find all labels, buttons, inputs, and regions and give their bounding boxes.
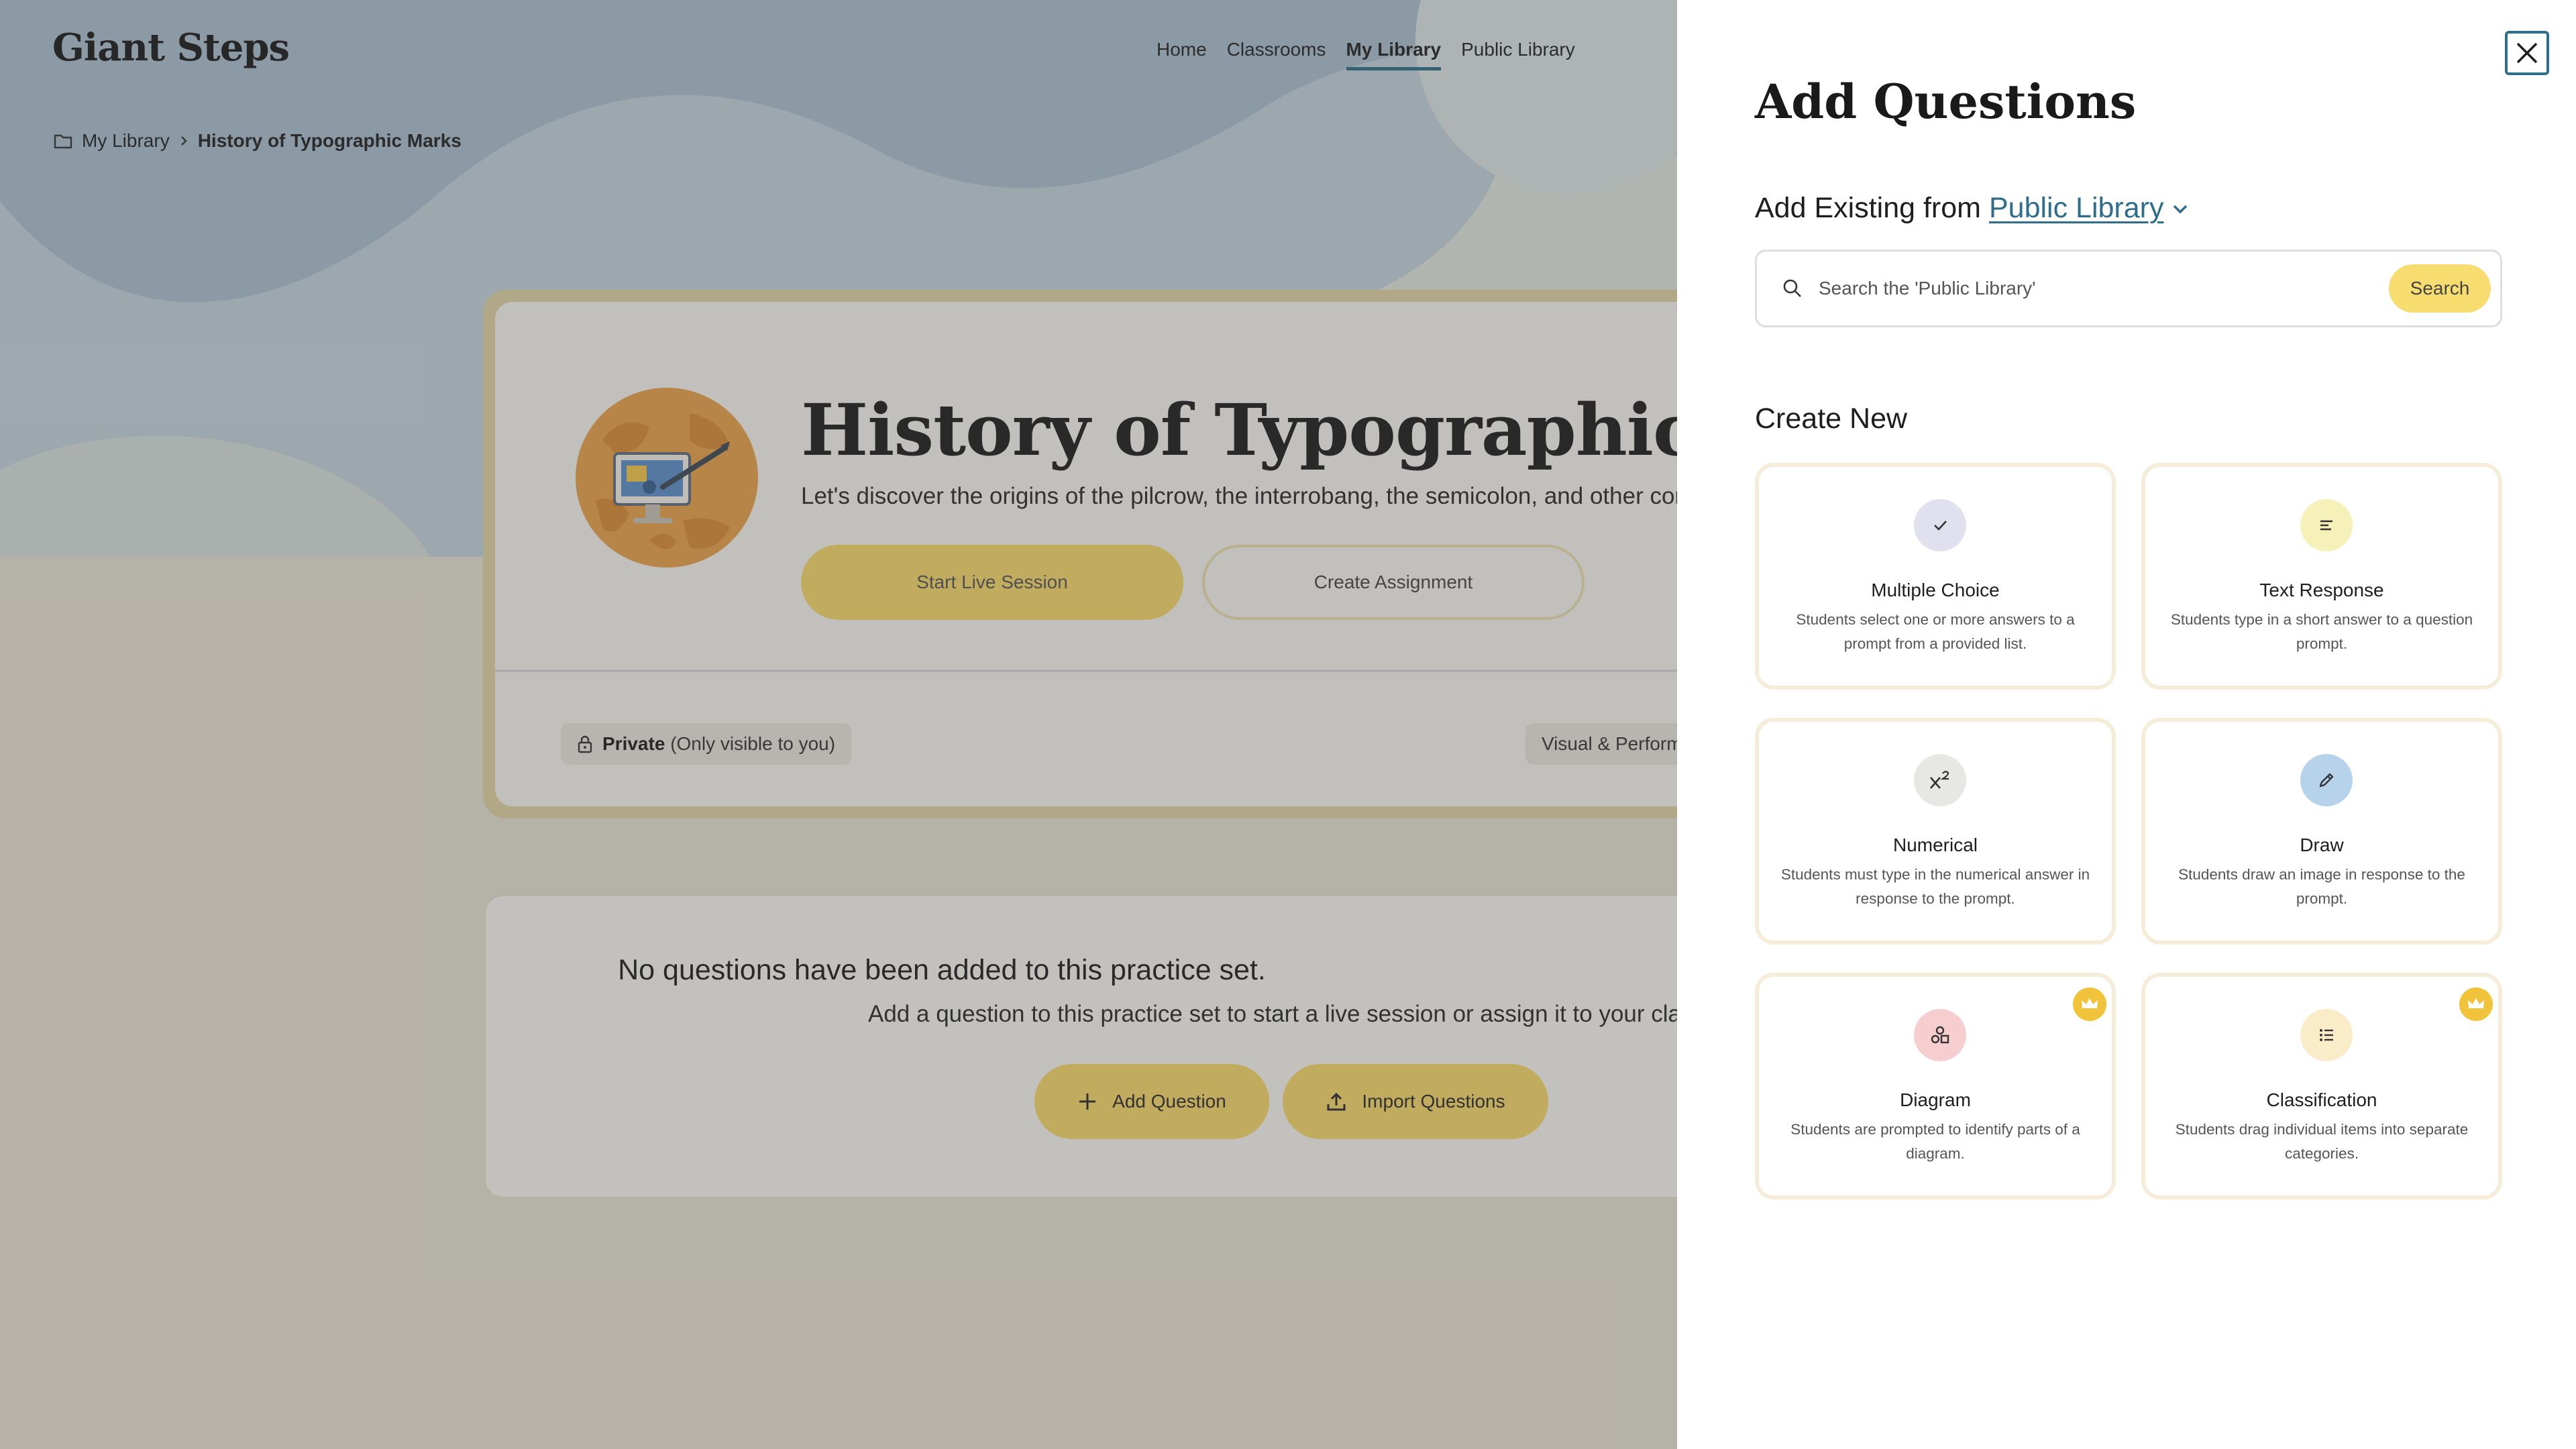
- text-lines-icon: [2300, 499, 2353, 551]
- add-questions-panel: Add Questions Add Existing from Public L…: [1677, 0, 2576, 1449]
- question-type-description: Students draw an image in response to th…: [2178, 866, 2465, 907]
- chevron-down-icon[interactable]: [2171, 203, 2189, 215]
- close-panel-button[interactable]: [2505, 31, 2549, 75]
- create-new-title: Create New: [1755, 402, 1908, 435]
- crown-icon: [2459, 987, 2493, 1021]
- question-type-multiple-choice[interactable]: Multiple Choice Students select one or m…: [1755, 463, 2116, 690]
- question-type-text-response[interactable]: Text Response Students type in a short a…: [2141, 463, 2502, 690]
- question-type-name: Numerical: [1892, 835, 1978, 855]
- superscript-icon: [1914, 754, 1966, 806]
- search-icon: [1783, 279, 1801, 297]
- add-existing-label: Add Existing from: [1755, 192, 1981, 224]
- search-button[interactable]: Search: [2389, 264, 2491, 313]
- panel-title: Add Questions: [1755, 74, 2137, 129]
- question-type-description: Students type in a short answer to a que…: [2170, 611, 2473, 652]
- question-type-description: Students drag individual items into sepa…: [2175, 1121, 2469, 1162]
- question-type-numerical[interactable]: Numerical Students must type in the nume…: [1755, 718, 2116, 945]
- question-type-name: Diagram: [1900, 1089, 1971, 1110]
- question-type-name: Classification: [2266, 1089, 2377, 1110]
- library-search-input[interactable]: [1819, 278, 2389, 299]
- add-existing-row: Add Existing from Public Library: [1755, 192, 2189, 225]
- question-type-classification[interactable]: Classification Students drag individual …: [2141, 973, 2502, 1199]
- modal-backdrop[interactable]: [0, 0, 1677, 1449]
- question-type-diagram[interactable]: Diagram Students are prompted to identif…: [1755, 973, 2116, 1199]
- question-type-name: Draw: [2300, 835, 2344, 855]
- library-search-box: Search: [1755, 250, 2502, 327]
- crown-icon: [2073, 987, 2106, 1021]
- question-type-name: Multiple Choice: [1871, 580, 2000, 600]
- question-type-description: Students select one or more answers to a…: [1796, 611, 2075, 652]
- close-icon: [2516, 42, 2538, 64]
- library-source-dropdown[interactable]: Public Library: [1989, 192, 2164, 225]
- shapes-icon: [1914, 1009, 1966, 1061]
- question-type-description: Students must type in the numerical answ…: [1780, 866, 2090, 907]
- check-icon: [1914, 499, 1966, 551]
- pencil-icon: [2300, 754, 2353, 806]
- question-type-draw[interactable]: Draw Students draw an image in response …: [2141, 718, 2502, 945]
- list-icon: [2300, 1009, 2353, 1061]
- question-type-description: Students are prompted to identify parts …: [1790, 1121, 2080, 1162]
- question-type-name: Text Response: [2259, 580, 2384, 600]
